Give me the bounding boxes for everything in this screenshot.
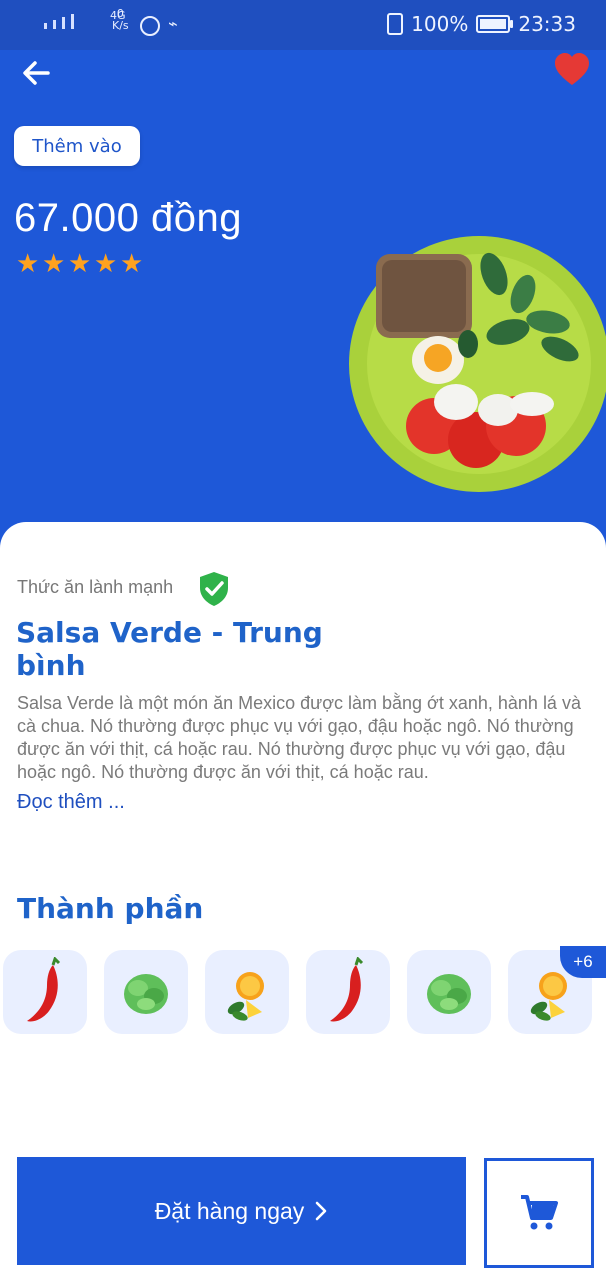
arrow-left-icon[interactable] <box>18 55 54 91</box>
star-icon: ★ <box>120 249 144 279</box>
ingredient-orange[interactable] <box>205 950 289 1034</box>
shield-check-icon <box>200 572 228 606</box>
ingredient-chili[interactable] <box>306 950 390 1034</box>
battery-icon <box>476 15 514 33</box>
star-icon: ★ <box>42 249 66 279</box>
clock: 23:33 <box>518 12 576 36</box>
usb-icon: ⌁ <box>168 14 178 33</box>
read-more-link[interactable]: Đọc thêm ... <box>17 791 125 814</box>
add-to-button[interactable]: Thêm vào <box>14 126 140 166</box>
chevron-right-icon <box>316 1201 327 1221</box>
star-icon: ★ <box>94 249 118 279</box>
chili-icon <box>330 957 364 1022</box>
heart-icon[interactable] <box>552 50 592 90</box>
ingredient-lettuce[interactable] <box>407 950 491 1034</box>
alarm-icon <box>140 16 160 36</box>
ingredient-chili[interactable] <box>3 950 87 1034</box>
food-plate-image <box>349 236 606 492</box>
product-title: Salsa Verde - Trung bình <box>16 616 323 682</box>
cart-icon <box>521 1195 558 1230</box>
order-now-label: Đặt hàng ngay <box>154 1197 305 1224</box>
chili-icon <box>27 957 61 1022</box>
orange-icon <box>227 972 264 1021</box>
price: 67.000 đồng <box>14 196 242 240</box>
product-description: Salsa Verde là một món ăn Mexico được là… <box>17 693 581 782</box>
order-now-button[interactable]: Đặt hàng ngay <box>17 1157 466 1265</box>
ingredient-lettuce[interactable] <box>104 950 188 1034</box>
lettuce-icon <box>427 974 471 1014</box>
speed-unit: K/s <box>112 19 129 32</box>
cart-button[interactable] <box>484 1158 594 1268</box>
battery-percent: 100% <box>411 12 469 36</box>
ingredients-title: Thành phần <box>17 892 204 925</box>
status-bar: 4G 0 K/s ⌁ 100% 23:33 <box>0 0 606 50</box>
rating-stars: ★ ★ ★ ★ ★ <box>16 249 144 279</box>
ingredients-list[interactable] <box>0 950 606 1036</box>
star-icon: ★ <box>68 249 92 279</box>
vibrate-icon <box>387 13 404 35</box>
star-icon: ★ <box>16 249 40 279</box>
lettuce-icon <box>124 974 168 1014</box>
speed-readout: 0 K/s <box>112 8 129 32</box>
category-label: Thức ăn lành mạnh <box>17 577 174 597</box>
signal-icon <box>44 14 74 29</box>
